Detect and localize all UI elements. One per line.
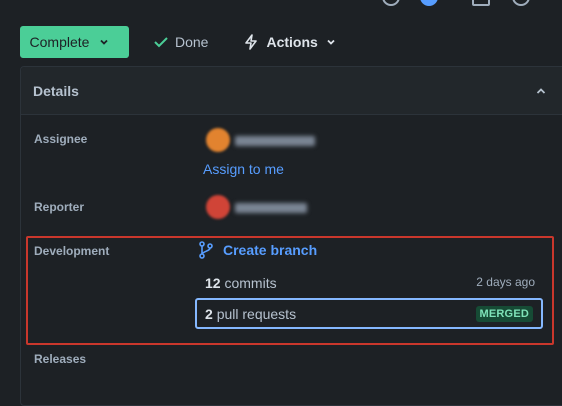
complete-status-label: Complete [29,34,90,50]
create-branch-link[interactable]: Create branch [198,241,317,259]
pull-requests-item[interactable]: 2 pull requests MERGED [195,298,543,329]
details-title: Details [33,82,79,99]
done-button[interactable]: Done [153,34,208,50]
commits-count: 12 [205,275,221,291]
details-header[interactable]: Details [21,67,562,115]
pull-requests-text: 2 pull requests [205,306,296,322]
pull-requests-label: pull requests [216,305,297,322]
assignee-label: Assignee [34,132,88,146]
watch-icon[interactable] [420,0,438,6]
commits-label: commits [224,275,277,291]
commits-link[interactable]: 12 commits [205,275,277,291]
actions-label: Actions [266,34,318,50]
lightning-icon [245,34,258,50]
assignee-avatar[interactable] [206,128,230,152]
search-icon[interactable] [382,0,400,6]
commits-timestamp: 2 days ago [476,275,535,289]
done-label: Done [175,34,209,50]
actions-button[interactable]: Actions [244,34,335,50]
share-icon[interactable] [512,0,530,6]
top-toolbar [0,0,562,10]
chevron-down-icon [100,39,109,45]
reporter-avatar[interactable] [206,195,230,219]
reporter-label: Reporter [34,200,85,214]
complete-status-button[interactable]: Complete [20,26,129,58]
assign-to-me-link[interactable]: Assign to me [203,161,284,177]
branch-icon [199,241,213,259]
pull-requests-count: 2 [205,305,213,322]
create-branch-label: Create branch [223,242,318,258]
reporter-name[interactable] [235,203,307,213]
merged-status-badge: MERGED [475,305,533,322]
issue-action-bar: Complete Done Actions [20,26,336,58]
check-icon [154,37,168,48]
copy-icon[interactable] [472,0,490,6]
chevron-down-icon [327,39,335,45]
releases-label: Releases [34,352,87,366]
chevron-up-icon[interactable] [535,85,547,97]
assignee-name[interactable] [235,136,315,146]
